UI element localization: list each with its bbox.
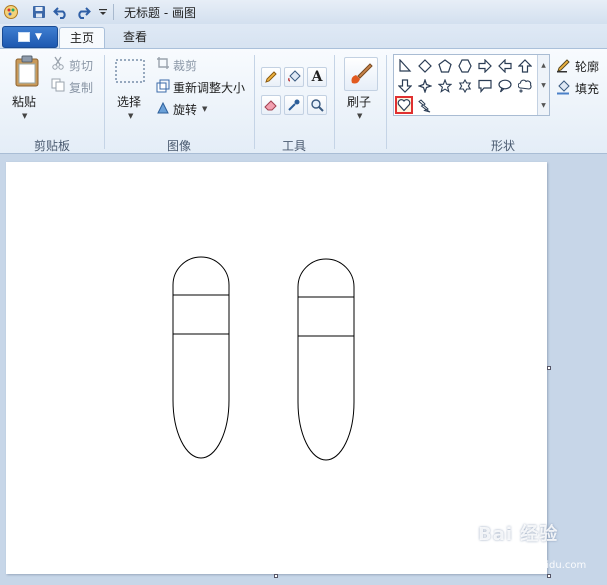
brushes-dropdown-chevron-icon[interactable]: ▼ xyxy=(357,112,362,120)
tab-home[interactable]: 主页 xyxy=(59,27,106,49)
copy-button[interactable]: 复制 xyxy=(69,79,93,96)
paint-bucket-icon xyxy=(288,70,301,82)
tab-home-label: 主页 xyxy=(70,31,95,45)
oval-callout-shape[interactable] xyxy=(496,77,514,95)
redo-icon[interactable] xyxy=(74,3,92,21)
magnifier-icon xyxy=(311,99,324,112)
brush-icon xyxy=(351,63,373,84)
canvas-resize-handle-bottom[interactable] xyxy=(274,574,278,578)
customize-qat-chevron-icon[interactable] xyxy=(94,3,112,21)
right-capsule-shape xyxy=(297,258,355,461)
tools-group-label: 工具 xyxy=(281,139,306,153)
color-picker-button[interactable] xyxy=(284,95,304,115)
save-icon[interactable] xyxy=(30,3,48,21)
eraser-button[interactable] xyxy=(261,95,281,115)
magnifier-button[interactable] xyxy=(307,95,327,115)
brushes-label: 刷子 xyxy=(347,95,372,109)
pentagon-shape[interactable] xyxy=(436,57,454,75)
copy-icon xyxy=(51,78,65,92)
undo-icon[interactable] xyxy=(52,3,70,21)
cloud-callout-shape[interactable] xyxy=(516,77,534,95)
drawing-canvas[interactable] xyxy=(6,162,547,574)
canvas-drawing xyxy=(172,256,355,461)
ribbon-home: 粘贴 ▼ 剪切 复制 剪贴板 选择 ▼ 裁剪 重新调整大小 旋转 ▼ 图像 A xyxy=(0,48,607,154)
diamond-shape[interactable] xyxy=(416,57,434,75)
shapes-group-label: 形状 xyxy=(490,139,515,153)
paste-label: 粘贴 xyxy=(12,95,37,109)
paint-app-icon[interactable] xyxy=(2,3,20,21)
paste-button[interactable] xyxy=(12,55,42,87)
outline-pen-icon xyxy=(556,57,572,73)
file-menu-icon xyxy=(18,32,31,42)
arrow-left-shape[interactable] xyxy=(496,57,514,75)
selection-rect-icon xyxy=(115,59,145,83)
rect-callout-shape[interactable] xyxy=(476,77,494,95)
pencil-button[interactable] xyxy=(261,67,281,87)
text-tool-button[interactable]: A xyxy=(307,67,327,87)
rotate-dropdown-chevron-icon[interactable]: ▼ xyxy=(202,105,207,113)
pencil-icon xyxy=(265,71,277,83)
select-dropdown-chevron-icon[interactable]: ▼ xyxy=(128,112,133,120)
group-divider xyxy=(254,55,255,149)
five-point-star-shape[interactable] xyxy=(436,77,454,95)
four-point-star-shape[interactable] xyxy=(416,77,434,95)
baidu-watermark: Bai 经验 xyxy=(478,524,559,545)
eyedropper-icon xyxy=(288,99,300,111)
arrow-right-shape[interactable] xyxy=(476,57,494,75)
gallery-expand-icon[interactable]: ▼ xyxy=(537,95,549,115)
fill-button[interactable]: 填充 xyxy=(575,80,599,97)
scissors-icon xyxy=(51,56,65,70)
eraser-icon xyxy=(264,100,277,111)
brushes-button[interactable] xyxy=(344,57,378,91)
resize-button[interactable]: 重新调整大小 xyxy=(173,79,245,96)
six-point-star-shape[interactable] xyxy=(456,77,474,95)
select-label: 选择 xyxy=(117,95,142,109)
paste-dropdown-chevron-icon[interactable]: ▼ xyxy=(22,112,27,120)
window-title: 无标题 - 画图 xyxy=(124,6,196,20)
image-group-label: 图像 xyxy=(166,139,191,153)
right-triangle-shape[interactable] xyxy=(396,57,414,75)
crop-button[interactable]: 裁剪 xyxy=(173,57,197,74)
text-tool-icon: A xyxy=(311,69,323,85)
outline-button[interactable]: 轮廓 xyxy=(575,58,599,75)
rotate-icon xyxy=(156,101,170,115)
canvas-resize-handle-right[interactable] xyxy=(547,366,551,370)
clipboard-icon xyxy=(15,55,39,87)
rotate-button[interactable]: 旋转 xyxy=(173,101,197,118)
file-menu-button[interactable]: ▼ xyxy=(2,26,58,48)
title-separator xyxy=(113,4,114,20)
file-menu-chevron-icon: ▼ xyxy=(35,32,42,42)
group-divider xyxy=(104,55,105,149)
fill-bucket-icon xyxy=(556,79,572,95)
tab-view[interactable]: 查看 xyxy=(113,27,157,48)
lightning-shape[interactable] xyxy=(416,97,434,115)
title-bar: 无标题 - 画图 xyxy=(0,0,607,25)
heart-shape[interactable] xyxy=(395,96,413,114)
baidu-watermark-url: jingyan.baidu.com xyxy=(494,560,587,571)
clipboard-group-label: 剪贴板 xyxy=(33,139,70,153)
ribbon-tabs: ▼ 主页 查看 xyxy=(0,24,607,49)
hexagon-shape[interactable] xyxy=(456,57,474,75)
gallery-scroll-down-icon[interactable]: ▼ xyxy=(537,75,549,95)
left-capsule-shape xyxy=(172,256,230,459)
tab-view-label: 查看 xyxy=(123,30,148,44)
cut-button[interactable]: 剪切 xyxy=(69,57,93,74)
crop-icon xyxy=(156,56,170,70)
gallery-scroll-up-icon[interactable]: ▲ xyxy=(537,55,549,75)
group-divider xyxy=(334,55,335,149)
group-divider xyxy=(386,55,387,149)
select-button[interactable] xyxy=(115,59,145,83)
arrow-down-shape[interactable] xyxy=(396,77,414,95)
arrow-up-shape[interactable] xyxy=(516,57,534,75)
resize-icon xyxy=(156,79,170,93)
canvas-resize-handle-corner[interactable] xyxy=(547,574,551,578)
fill-bucket-button[interactable] xyxy=(284,67,304,87)
